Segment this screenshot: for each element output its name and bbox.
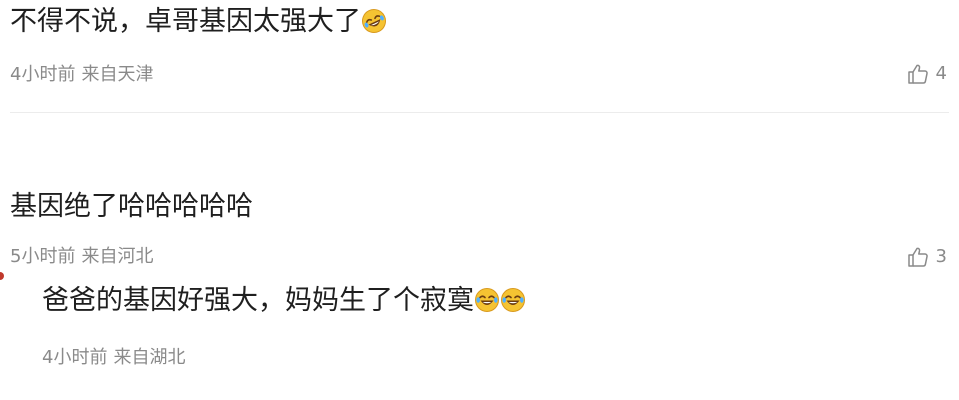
comment-meta: 5小时前 来自河北 [10, 245, 153, 269]
comment-body: 爸爸的基因好强大，妈妈生了个寂寞 [42, 285, 474, 316]
comment-location: 来自天津 [81, 64, 154, 85]
like-count: 4 [935, 63, 947, 84]
comment-time: 4小时前 [42, 347, 108, 368]
thumbs-up-icon [906, 245, 930, 269]
like-button[interactable]: 4 [906, 62, 947, 86]
comment-text: 爸爸的基因好强大，妈妈生了个寂寞 [42, 283, 526, 319]
comment-divider [10, 112, 949, 113]
tears-of-joy-emoji-icon [500, 287, 526, 313]
comment-body: 不得不说，卓哥基因太强大了 [10, 6, 361, 37]
like-button[interactable]: 3 [906, 245, 947, 269]
comment-body: 基因绝了哈哈哈哈哈 [10, 191, 253, 222]
comment-text: 不得不说，卓哥基因太强大了 [10, 4, 387, 40]
comment-location: 来自湖北 [113, 347, 186, 368]
comment-time: 4小时前 [10, 64, 76, 85]
comment-meta: 4小时前 来自湖北 [42, 346, 185, 370]
like-count: 3 [935, 246, 947, 267]
comment-location: 来自河北 [81, 246, 154, 267]
comment-time: 5小时前 [10, 246, 76, 267]
avatar-edge [0, 272, 4, 280]
comment-meta: 4小时前 来自天津 [10, 63, 153, 87]
comment-text: 基因绝了哈哈哈哈哈 [10, 189, 253, 225]
tears-of-joy-emoji-icon [474, 287, 500, 313]
rolling-laugh-emoji-icon [361, 8, 387, 34]
thumbs-up-icon [906, 62, 930, 86]
